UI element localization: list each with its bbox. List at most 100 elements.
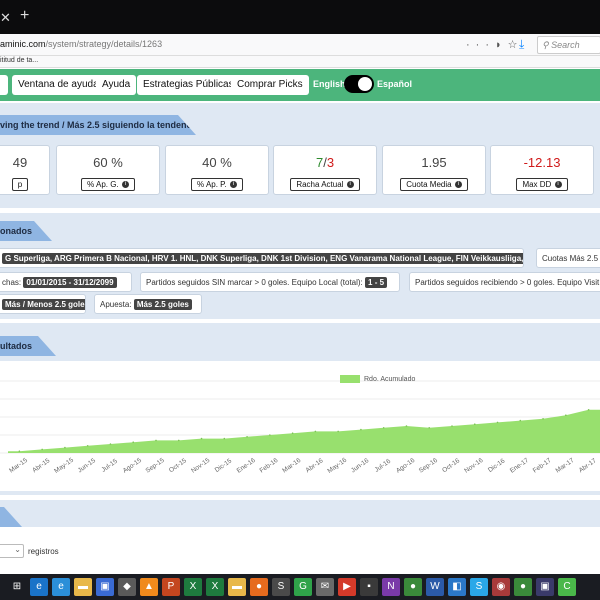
chart-point[interactable] [428, 427, 431, 429]
windows-start-icon[interactable]: ⊞ [8, 578, 26, 596]
mail-icon[interactable]: ✉ [316, 578, 334, 596]
stat-label[interactable]: Racha Actual i [290, 178, 360, 191]
page-actions-icon[interactable]: ··· [466, 39, 495, 51]
chart-point[interactable] [246, 436, 248, 438]
chart-legend[interactable]: Rdo. Acumulado [340, 375, 415, 383]
chart-point[interactable] [132, 441, 135, 443]
new-tab-button[interactable]: + [20, 7, 29, 25]
powerpoint-icon[interactable]: P [162, 578, 180, 596]
dates-label: chas: [2, 278, 22, 287]
chart-point[interactable] [451, 425, 453, 427]
tab-close-icon[interactable]: ✕ [0, 10, 11, 26]
stat-label[interactable]: p [11, 178, 29, 191]
chart-x-tick-label: Abr-17 [578, 457, 598, 474]
chart-x-tick-label: Jun-15 [77, 457, 98, 474]
stat-label[interactable]: Cuota Media i [400, 178, 468, 191]
chart-point[interactable] [473, 423, 476, 425]
chart-point[interactable] [109, 443, 112, 445]
search-input[interactable]: ⚲ Search [537, 36, 600, 54]
chart-x-tick-label: Abr-15 [31, 457, 51, 474]
lang-english-label: English [313, 79, 346, 89]
word-icon[interactable]: W [426, 578, 444, 596]
nav-help-button[interactable]: Ayuda [96, 75, 137, 95]
chart-point[interactable] [587, 409, 590, 411]
terminal-icon[interactable]: ▣ [536, 578, 554, 596]
chart-point[interactable] [519, 419, 522, 422]
nav-button-partial[interactable] [0, 75, 8, 95]
stat-label[interactable]: % Ap. G. i [81, 178, 135, 191]
chart-point[interactable] [86, 445, 89, 447]
chart-point[interactable] [360, 428, 362, 431]
chart-point[interactable] [155, 439, 157, 442]
chart-point[interactable] [337, 430, 339, 433]
chrome-icon[interactable]: ● [404, 578, 422, 596]
stat-card-streak: 7/3 Racha Actual i [273, 145, 377, 195]
chart-point[interactable] [382, 427, 385, 429]
download-icon[interactable]: ⤓ [519, 37, 524, 52]
edge-icon[interactable]: e [30, 578, 48, 596]
nav-public-strategies-button[interactable]: Estrategias Públicas [137, 75, 240, 95]
stat-label-text: % Ap. P. [197, 180, 227, 189]
stat-value: 1.95 [421, 155, 447, 170]
legend-label: Rdo. Acumulado [364, 375, 416, 383]
chart-point[interactable] [291, 432, 294, 434]
chart-point[interactable] [542, 418, 544, 420]
url-text[interactable]: aminic.com/system/strategy/details/1263 [0, 39, 162, 49]
lang-spanish-label: Español [377, 79, 413, 89]
chart-point[interactable] [405, 425, 408, 427]
chart-x-tick-label: Oct-15 [168, 457, 188, 474]
file-explorer-icon[interactable]: ▬ [74, 578, 92, 596]
results-chart: Mar-15 Abr-15 May-15 Jun-15 Jul-15 Ago-15 Sep-… [0, 361, 600, 491]
chart-x-tick-label: May-16 [326, 456, 348, 474]
sublime-icon[interactable]: S [272, 578, 290, 596]
url-bar[interactable]: aminic.com/system/strategy/details/1263 … [0, 34, 600, 56]
page-size-select[interactable]: ⌄ [0, 544, 24, 558]
camtasia-icon[interactable]: C [558, 578, 576, 596]
stat-card-max-dd: -12.13 Max DD i [490, 145, 594, 195]
stat-label[interactable]: Max DD i [516, 178, 568, 191]
firefox-icon[interactable]: ● [250, 578, 268, 596]
store-icon[interactable]: ▣ [96, 578, 114, 596]
chart-x-tick-label: Sep-16 [418, 457, 439, 475]
greenshot-icon[interactable]: G [294, 578, 312, 596]
chart-point[interactable] [41, 448, 43, 451]
stat-card-avg-odds: 1.95 Cuota Media i [382, 145, 486, 195]
chart-point[interactable] [64, 446, 66, 449]
vlc-icon[interactable]: ▲ [140, 578, 158, 596]
excel-icon-2[interactable]: X [206, 578, 224, 596]
url-path: /system/strategy/details/1263 [45, 39, 163, 49]
task-icon[interactable]: ▪ [360, 578, 378, 596]
chart-x-tick-label: Ago-15 [122, 457, 143, 475]
language-toggle[interactable] [344, 75, 374, 93]
chart-point[interactable] [223, 437, 226, 440]
bookmark-item[interactable]: ititud de ta... [0, 57, 38, 64]
browser-tab-bar: ✕ + [0, 0, 600, 34]
chart-point[interactable] [18, 450, 21, 452]
nav-buy-picks-button[interactable]: Comprar Picks [231, 75, 309, 95]
photos-icon[interactable]: ◧ [448, 578, 466, 596]
folder-icon[interactable]: ▬ [228, 578, 246, 596]
pocket-icon[interactable]: ◗ [495, 39, 508, 51]
excel-icon[interactable]: X [184, 578, 202, 596]
stat-label[interactable]: % Ap. P. i [191, 178, 243, 191]
info-icon: i [229, 181, 237, 189]
keepass-icon[interactable]: ◆ [118, 578, 136, 596]
skype-icon[interactable]: S [470, 578, 488, 596]
chart-point[interactable] [496, 421, 499, 424]
stat-value: 60 % [93, 155, 123, 170]
chart-x-tick-label: Sep-15 [145, 457, 166, 475]
video-icon[interactable]: ▶ [338, 578, 356, 596]
media-icon[interactable]: ◉ [492, 578, 510, 596]
bet-label: Apuesta: [100, 300, 132, 309]
url-actions: ···◗☆ [466, 38, 524, 51]
chart-point[interactable] [314, 430, 317, 433]
chart-point[interactable] [200, 437, 203, 440]
onenote-icon[interactable]: N [382, 578, 400, 596]
chrome-icon-2[interactable]: ● [514, 578, 532, 596]
windows-taskbar: ⊞ e e ▬ ▣ ◆ ▲ P X X ▬ ● S G ✉ ▶ ▪ N ● W ◧ S ◉ ● ▣ C [0, 574, 600, 600]
chart-point[interactable] [177, 439, 180, 442]
chart-point[interactable] [269, 434, 271, 436]
ie-icon[interactable]: e [52, 578, 70, 596]
nav-help-window-button[interactable]: Ventana de ayuda [12, 75, 105, 95]
chart-point[interactable] [565, 414, 567, 416]
